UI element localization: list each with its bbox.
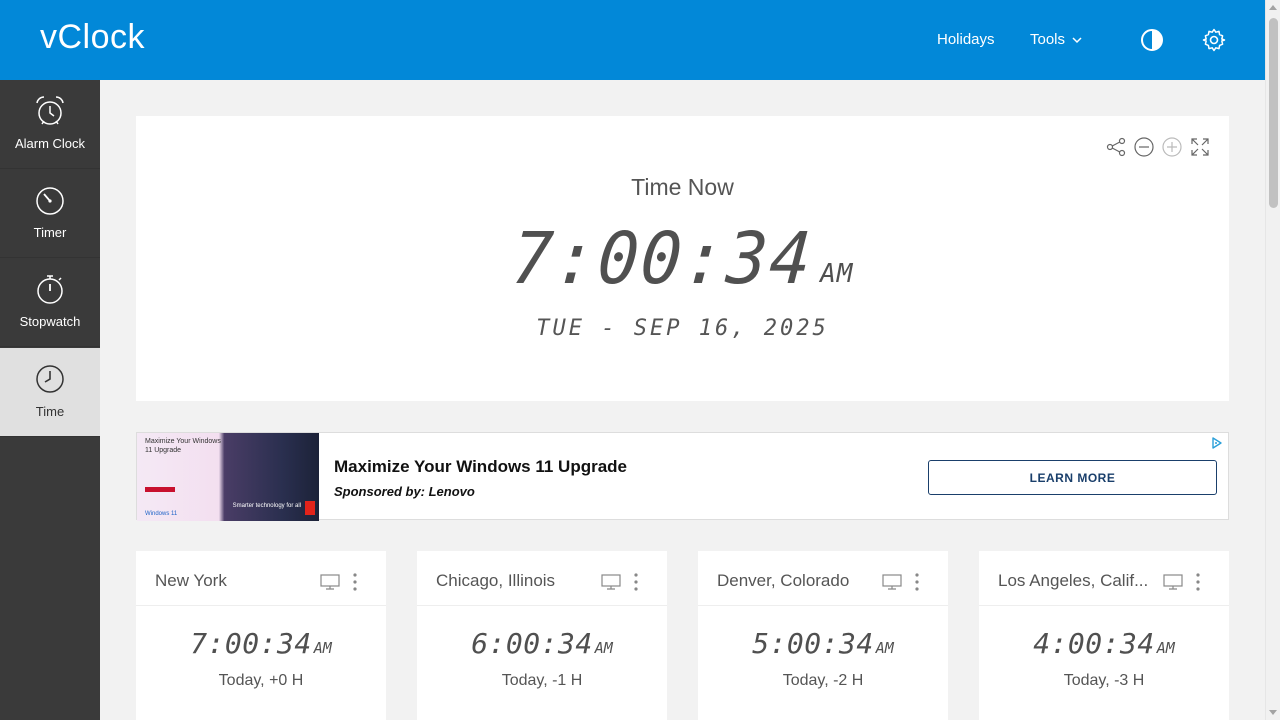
lenovo-logo bbox=[305, 501, 315, 515]
city-ampm: AM bbox=[313, 639, 332, 657]
monitor-icon[interactable] bbox=[881, 572, 903, 592]
city-name[interactable]: New York bbox=[155, 571, 313, 591]
city-ampm: AM bbox=[1156, 639, 1175, 657]
city-card-los-angeles[interactable]: Los Angeles, Calif... 4:00:34 AM Today, -… bbox=[979, 551, 1229, 720]
ad-choices-icon[interactable] bbox=[1210, 436, 1224, 450]
city-offset: Today, -3 H bbox=[1063, 672, 1145, 689]
zoom-out-icon[interactable] bbox=[1133, 136, 1155, 158]
fullscreen-icon[interactable] bbox=[1189, 136, 1211, 158]
ad-image-windows-brand: Windows 11 bbox=[145, 511, 178, 517]
sidebar-item-alarm-clock[interactable]: Alarm Clock bbox=[0, 80, 100, 169]
ad-image-tagline: Smarter technology for all bbox=[232, 503, 301, 509]
main-clock-ampm: AM bbox=[820, 259, 854, 289]
vclock-logo[interactable]: vClock bbox=[40, 18, 145, 57]
city-clock-display: 6:00:34 AM bbox=[417, 627, 667, 660]
stopwatch-icon bbox=[37, 275, 63, 304]
ad-sponsor: Sponsored by: Lenovo bbox=[334, 484, 475, 499]
sidebar-item-label: Alarm Clock bbox=[14, 136, 86, 151]
advertisement-banner[interactable]: Maximize Your Windows 11 Upgrade Windows… bbox=[136, 432, 1229, 521]
ad-image-headline: Maximize Your Windows 11 Upgrade bbox=[145, 438, 221, 454]
city-card-chicago[interactable]: Chicago, Illinois 6:00:34 AM Today, -1 H bbox=[417, 551, 667, 720]
city-offset: Today, +0 H bbox=[218, 672, 304, 689]
city-clock-display: 7:00:34 AM bbox=[136, 627, 386, 660]
ad-image[interactable]: Maximize Your Windows 11 Upgrade Windows… bbox=[137, 433, 319, 521]
monitor-icon[interactable] bbox=[1162, 572, 1184, 592]
time-now-heading: Time Now bbox=[631, 174, 734, 200]
ad-image-cta-bar bbox=[145, 487, 175, 492]
more-vert-icon[interactable] bbox=[1191, 571, 1205, 593]
scroll-down-arrow[interactable] bbox=[1269, 710, 1277, 715]
nav-tools[interactable]: Tools bbox=[1030, 31, 1083, 48]
monitor-icon[interactable] bbox=[319, 572, 341, 592]
scroll-thumb[interactable] bbox=[1269, 18, 1278, 208]
city-card-header: Chicago, Illinois bbox=[417, 551, 667, 606]
city-time: 7:00:34 bbox=[190, 627, 312, 660]
monitor-icon[interactable] bbox=[600, 572, 622, 592]
timer-icon bbox=[36, 187, 64, 215]
city-card-new-york[interactable]: New York 7:00:34 AM Today, +0 H bbox=[136, 551, 386, 720]
sidebar-item-label: Stopwatch bbox=[19, 314, 81, 329]
city-ampm: AM bbox=[875, 639, 894, 657]
page-scrollbar[interactable] bbox=[1265, 0, 1280, 720]
ad-title[interactable]: Maximize Your Windows 11 Upgrade bbox=[334, 457, 627, 477]
more-vert-icon[interactable] bbox=[629, 571, 643, 593]
sidebar-item-time[interactable]: Time bbox=[0, 348, 100, 437]
city-time: 6:00:34 bbox=[471, 627, 593, 660]
learn-more-button[interactable]: LEARN MORE bbox=[928, 460, 1217, 495]
city-card-denver[interactable]: Denver, Colorado 5:00:34 AM Today, -2 H bbox=[698, 551, 948, 720]
city-time: 4:00:34 bbox=[1033, 627, 1155, 660]
time-now-card: Time Now 7:00:34 AM TUE - SEP 16, 2025 bbox=[136, 116, 1229, 401]
top-header: vClock Holidays Tools bbox=[0, 0, 1265, 80]
main-clock-time: 7:00:34 bbox=[508, 218, 816, 301]
city-offset: Today, -2 H bbox=[782, 672, 864, 689]
zoom-in-icon[interactable] bbox=[1161, 136, 1183, 158]
main-clock-date: TUE - SEP 16, 2025 bbox=[536, 316, 829, 341]
more-vert-icon[interactable] bbox=[910, 571, 924, 593]
share-icon[interactable] bbox=[1105, 136, 1127, 158]
nav-holidays[interactable]: Holidays bbox=[937, 31, 995, 48]
city-name[interactable]: Chicago, Illinois bbox=[436, 571, 594, 591]
clock-icon bbox=[36, 365, 64, 393]
city-clock-display: 4:00:34 AM bbox=[979, 627, 1229, 660]
sidebar-item-timer[interactable]: Timer bbox=[0, 169, 100, 258]
nav-tools-label: Tools bbox=[1030, 31, 1066, 48]
alarm-clock-icon bbox=[36, 96, 64, 125]
main-clock-display: 7:00:34 AM bbox=[136, 218, 1229, 301]
city-name[interactable]: Denver, Colorado bbox=[717, 571, 875, 591]
gear-icon[interactable] bbox=[1202, 28, 1226, 52]
scroll-up-arrow[interactable] bbox=[1269, 5, 1277, 10]
city-card-header: New York bbox=[136, 551, 386, 606]
more-vert-icon[interactable] bbox=[348, 571, 362, 593]
city-card-header: Denver, Colorado bbox=[698, 551, 948, 606]
contrast-icon[interactable] bbox=[1140, 28, 1164, 52]
sidebar: Alarm Clock Timer Stopwatch Time bbox=[0, 80, 100, 720]
sidebar-item-label: Time bbox=[35, 404, 65, 419]
city-clock-display: 5:00:34 AM bbox=[698, 627, 948, 660]
city-ampm: AM bbox=[594, 639, 613, 657]
sidebar-item-stopwatch[interactable]: Stopwatch bbox=[0, 258, 100, 347]
city-name[interactable]: Los Angeles, Calif... bbox=[998, 571, 1156, 591]
city-offset: Today, -1 H bbox=[501, 672, 583, 689]
sidebar-item-label: Timer bbox=[33, 225, 67, 240]
chevron-down-icon bbox=[1072, 36, 1082, 43]
city-card-header: Los Angeles, Calif... bbox=[979, 551, 1229, 606]
clock-toolbar bbox=[1105, 136, 1211, 158]
city-time: 5:00:34 bbox=[752, 627, 874, 660]
